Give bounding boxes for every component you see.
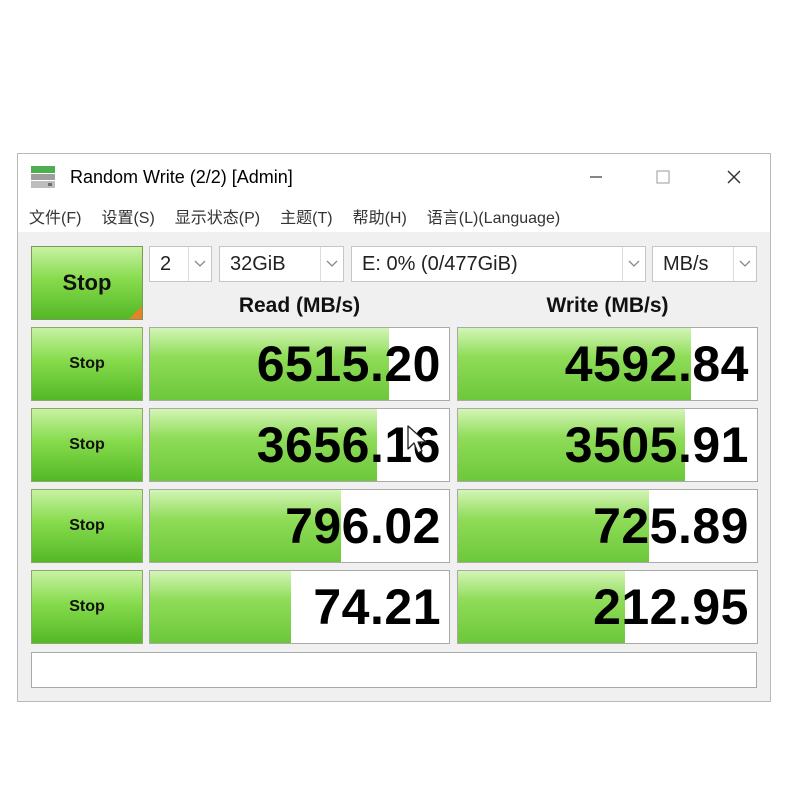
stop-all-button[interactable]: Stop <box>31 246 143 320</box>
chevron-down-icon <box>733 247 756 281</box>
test-size-select[interactable]: 32GiB <box>219 246 344 282</box>
window-title: Random Write (2/2) [Admin] <box>70 167 293 187</box>
row-2-stop-button[interactable]: Stop <box>31 408 143 482</box>
write-value: 4592.84 <box>564 336 749 392</box>
test-count-value: 2 <box>160 252 172 275</box>
row-1-read-result: 6515.20 <box>149 327 450 401</box>
read-value: 6515.20 <box>256 336 441 392</box>
row-2-write-result: 3505.91 <box>457 408 758 482</box>
maximize-icon <box>656 170 670 184</box>
row-4-write-result: 212.95 <box>457 570 758 644</box>
read-value: 74.21 <box>313 579 441 635</box>
row-3-read-result: 796.02 <box>149 489 450 563</box>
menu-bar: 文件(F) 设置(S) 显示状态(P) 主题(T) 帮助(H) 语言(L)(La… <box>18 200 770 232</box>
drive-select[interactable]: E: 0% (0/477GiB) <box>351 246 646 282</box>
menu-file[interactable]: 文件(F) <box>29 204 81 228</box>
corner-marker <box>129 306 142 319</box>
write-column-header: Write (MB/s) <box>546 294 669 317</box>
stop-label: Stop <box>69 355 105 372</box>
app-window: Random Write (2/2) [Admin] 文件(F) 设置(S) 显… <box>17 153 771 702</box>
test-count-select[interactable]: 2 <box>149 246 212 282</box>
row-1-write-result: 4592.84 <box>457 327 758 401</box>
row-3-write-result: 725.89 <box>457 489 758 563</box>
menu-language[interactable]: 语言(L)(Language) <box>427 204 560 228</box>
read-progress-bar <box>150 571 291 643</box>
row-4-stop-button[interactable]: Stop <box>31 570 143 644</box>
stop-label: Stop <box>69 436 105 453</box>
row-2-read-result: 3656.16 <box>149 408 450 482</box>
minimize-button[interactable] <box>568 154 624 200</box>
write-value: 725.89 <box>593 498 749 554</box>
title-bar[interactable]: Random Write (2/2) [Admin] <box>18 154 770 200</box>
disk-drive-icon <box>31 166 55 188</box>
row-3-stop-button[interactable]: Stop <box>31 489 143 563</box>
unit-select[interactable]: MB/s <box>652 246 757 282</box>
chevron-down-icon <box>188 247 211 281</box>
chevron-down-icon <box>622 247 645 281</box>
menu-theme[interactable]: 主题(T) <box>280 204 332 228</box>
menu-settings[interactable]: 设置(S) <box>101 204 154 228</box>
stop-all-label: Stop <box>62 270 112 295</box>
read-value: 796.02 <box>285 498 441 554</box>
stop-label: Stop <box>69 598 105 615</box>
write-value: 212.95 <box>593 579 749 635</box>
write-value: 3505.91 <box>564 417 749 473</box>
menu-help[interactable]: 帮助(H) <box>353 204 407 228</box>
close-button[interactable] <box>706 154 762 200</box>
mouse-cursor-icon <box>407 425 427 454</box>
test-size-value: 32GiB <box>230 252 286 275</box>
drive-value: E: 0% (0/477GiB) <box>362 252 518 275</box>
status-bar <box>31 652 757 688</box>
menu-display-status[interactable]: 显示状态(P) <box>175 204 260 228</box>
minimize-icon <box>590 176 602 178</box>
stop-label: Stop <box>69 517 105 534</box>
row-1-stop-button[interactable]: Stop <box>31 327 143 401</box>
unit-value: MB/s <box>663 252 709 275</box>
chevron-down-icon <box>320 247 343 281</box>
row-4-read-result: 74.21 <box>149 570 450 644</box>
maximize-button[interactable] <box>635 154 691 200</box>
close-icon <box>727 170 741 184</box>
read-column-header: Read (MB/s) <box>238 294 361 317</box>
